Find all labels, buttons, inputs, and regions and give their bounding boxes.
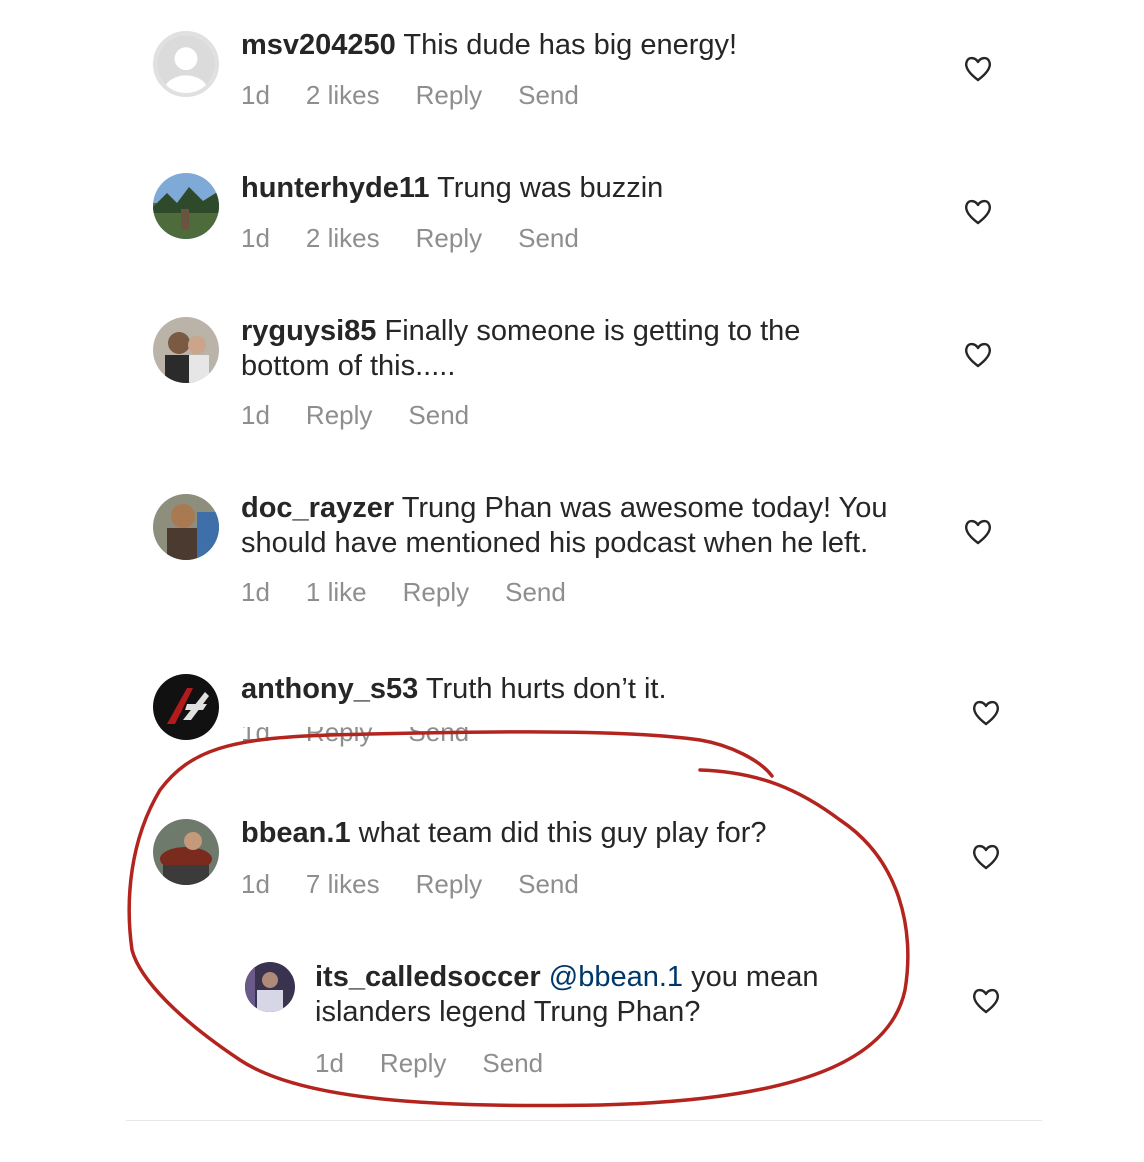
comment-username[interactable]: ryguysi85 [241, 315, 376, 347]
comment-time: 1d [241, 869, 270, 899]
heart-outline-icon[interactable] [963, 55, 993, 83]
comment-time: 1d [315, 1048, 344, 1078]
reply-button[interactable]: Reply [306, 400, 372, 430]
comment-body-line2: islanders legend Trung Phan? [315, 996, 701, 1028]
comment-meta: 1d Reply Send [315, 1048, 543, 1078]
comment-meta: 1d Reply Send [241, 400, 469, 430]
heart-outline-icon[interactable] [963, 518, 993, 546]
comment-text: doc_rayzer Trung Phan was awesome today!… [241, 491, 961, 561]
send-button[interactable]: Send [408, 400, 469, 430]
heart-outline-icon[interactable] [963, 341, 993, 369]
default-avatar-icon[interactable] [153, 31, 219, 97]
heart-outline-icon[interactable] [963, 198, 993, 226]
mention-link[interactable]: @bbean.1 [549, 961, 683, 993]
send-button[interactable]: Send [482, 1048, 543, 1078]
comment-text: anthony_s53 Truth hurts don’t it. [241, 672, 941, 707]
comment-username[interactable]: anthony_s53 [241, 673, 418, 705]
comment-likes[interactable]: 7 likes [306, 869, 380, 899]
comment-username[interactable]: hunterhyde11 [241, 172, 430, 204]
avatar[interactable] [153, 173, 219, 239]
avatar[interactable] [153, 317, 219, 383]
comment-body-line2: bottom of this..... [241, 350, 456, 382]
comment-username[interactable]: its_calledsoccer [315, 961, 541, 993]
comment-text: hunterhyde11 Trung was buzzin [241, 171, 941, 206]
comment-text: bbean.1 what team did this guy play for? [241, 816, 941, 851]
comment-likes[interactable]: 1 like [306, 577, 367, 607]
comment-body: Finally someone is getting to the [384, 315, 801, 347]
reply-button[interactable]: Reply [416, 80, 482, 110]
comment-text: msv204250 This dude has big energy! [241, 28, 941, 63]
comment-meta: 1d 1 like Reply Send [241, 577, 566, 607]
heart-outline-icon[interactable] [971, 843, 1001, 871]
send-button[interactable]: Send [518, 869, 579, 899]
send-button[interactable]: Send [408, 727, 469, 747]
avatar[interactable] [153, 494, 219, 560]
comment-body-line2: should have mentioned his podcast when h… [241, 527, 869, 559]
comment-body: Trung was buzzin [437, 172, 664, 204]
comment-meta: 1d 2 likes Reply Send [241, 80, 579, 110]
comment-body: Truth hurts don’t it. [425, 673, 667, 705]
comment-username[interactable]: msv204250 [241, 29, 396, 61]
comment-likes[interactable]: 2 likes [306, 80, 380, 110]
heart-outline-icon[interactable] [971, 987, 1001, 1015]
comment-username[interactable]: bbean.1 [241, 817, 351, 849]
divider [126, 1120, 1042, 1121]
comment-time: 1d [241, 223, 270, 253]
avatar[interactable] [153, 674, 219, 740]
comment-time: 1d [241, 400, 270, 430]
avatar[interactable] [153, 819, 219, 885]
reply-button[interactable]: Reply [403, 577, 469, 607]
comment-body: Trung Phan was awesome today! You [401, 492, 888, 524]
reply-button[interactable]: Reply [416, 869, 482, 899]
comment-time: 1d [241, 727, 270, 747]
reply-button[interactable]: Reply [416, 223, 482, 253]
reply-button[interactable]: Reply [380, 1048, 446, 1078]
send-button[interactable]: Send [505, 577, 566, 607]
reply-button[interactable]: Reply [306, 727, 372, 747]
comment-meta: 1d Reply Send [241, 727, 469, 747]
comment-username[interactable]: doc_rayzer [241, 492, 394, 524]
comment-body: what team did this guy play for? [358, 817, 767, 849]
send-button[interactable]: Send [518, 223, 579, 253]
send-button[interactable]: Send [518, 80, 579, 110]
comment-meta: 1d 7 likes Reply Send [241, 869, 579, 899]
comment-text: ryguysi85 Finally someone is getting to … [241, 314, 941, 384]
heart-outline-icon[interactable] [971, 699, 1001, 727]
comment-body: you mean [691, 961, 819, 993]
comment-time: 1d [241, 577, 270, 607]
comment-body: This dude has big energy! [403, 29, 738, 61]
comment-time: 1d [241, 80, 270, 110]
comment-text: its_calledsoccer @bbean.1 you mean islan… [315, 960, 935, 1030]
comment-likes[interactable]: 2 likes [306, 223, 380, 253]
comment-meta: 1d 2 likes Reply Send [241, 223, 579, 253]
avatar[interactable] [245, 962, 295, 1012]
